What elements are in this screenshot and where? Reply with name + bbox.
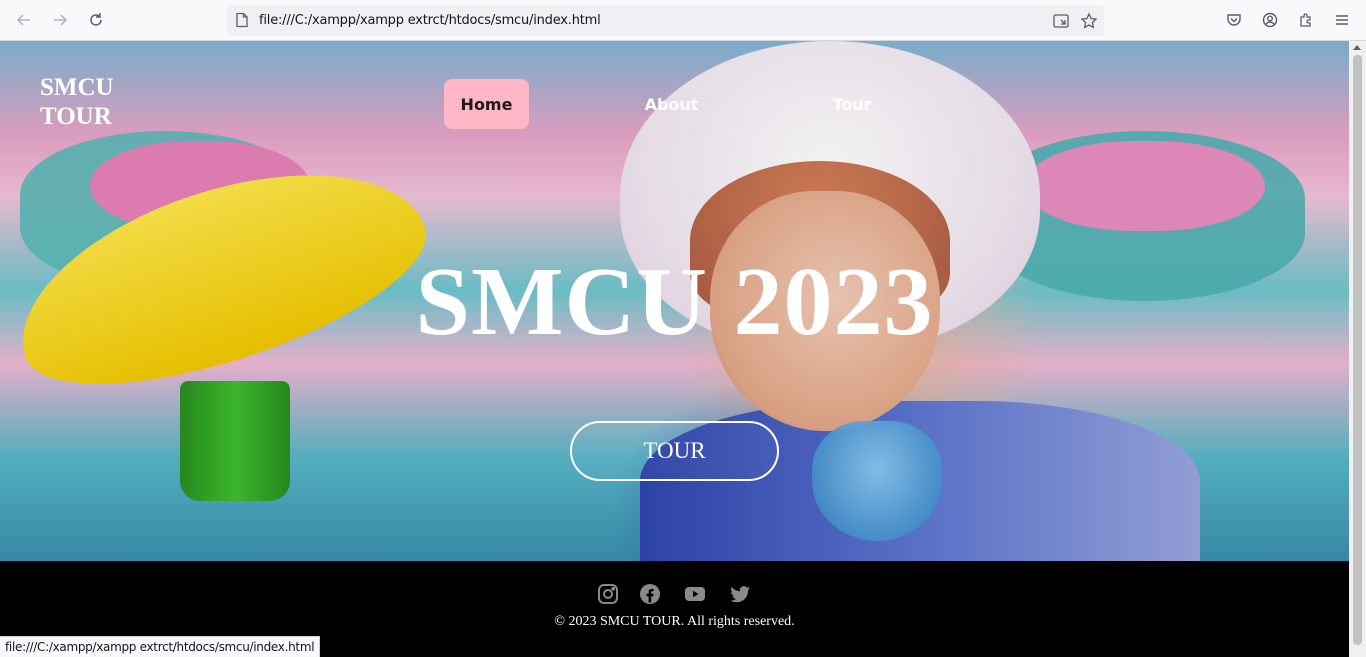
nav-tour[interactable]: Tour (811, 79, 893, 129)
hero-title: SMCU 2023 (415, 248, 934, 356)
nav-about[interactable]: About (629, 79, 714, 129)
bookmark-star-icon[interactable] (1080, 12, 1098, 30)
copyright-text: © 2023 SMCU TOUR. All rights reserved. (554, 614, 795, 629)
pocket-icon[interactable] (1222, 8, 1246, 32)
account-icon[interactable] (1258, 8, 1282, 32)
youtube-icon[interactable] (684, 583, 706, 605)
hero-section: SMCU TOUR Home About Tour SMCU 2023 TOUR (0, 41, 1349, 561)
page-icon (234, 12, 250, 28)
reader-view-icon[interactable] (1052, 12, 1070, 30)
browser-toolbar: file:///C:/xampp/xampp extrct/htdocs/smc… (0, 0, 1366, 41)
forward-icon[interactable] (48, 8, 72, 32)
back-icon[interactable] (12, 8, 36, 32)
reload-icon[interactable] (84, 8, 108, 32)
status-bar-link-preview: file:///C:/xampp/xampp extrct/htdocs/smc… (0, 636, 321, 657)
address-bar[interactable]: file:///C:/xampp/xampp extrct/htdocs/smc… (226, 5, 1104, 36)
nav-home[interactable]: Home (444, 79, 529, 129)
extensions-icon[interactable] (1294, 8, 1318, 32)
logo-line-1: SMCU (40, 74, 114, 101)
scroll-thumb[interactable] (1353, 55, 1362, 645)
tour-button[interactable]: TOUR (570, 421, 779, 481)
instagram-icon[interactable] (597, 583, 619, 605)
site-logo[interactable]: SMCU TOUR (40, 73, 114, 131)
menu-icon[interactable] (1330, 8, 1354, 32)
vertical-scrollbar[interactable] (1349, 41, 1366, 657)
url-text[interactable]: file:///C:/xampp/xampp extrct/htdocs/smc… (259, 13, 601, 28)
page-viewport: SMCU TOUR Home About Tour SMCU 2023 TOUR… (0, 41, 1349, 657)
logo-line-2: TOUR (40, 103, 112, 130)
twitter-icon[interactable] (729, 583, 751, 605)
facebook-icon[interactable] (639, 583, 661, 605)
scroll-up-arrow-icon[interactable] (1353, 45, 1361, 50)
